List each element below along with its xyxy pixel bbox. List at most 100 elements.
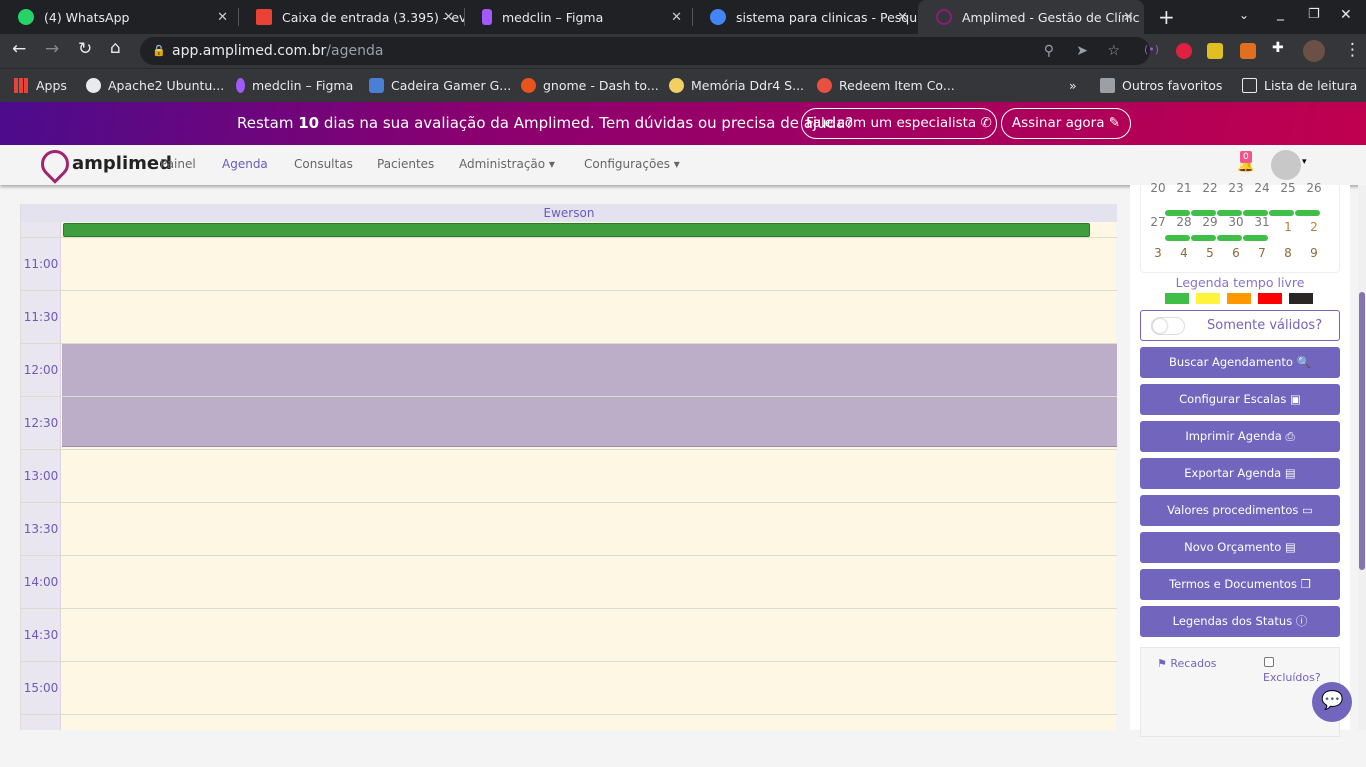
new-budget-button[interactable]: Novo Orçamento ▤ xyxy=(1140,532,1340,563)
time-slot-row[interactable]: 11:00 xyxy=(21,237,1117,290)
procedure-values-button[interactable]: Valores procedimentos ▭ xyxy=(1140,495,1340,526)
tab-google[interactable]: sistema para clinicas - Pesqu ✕ xyxy=(692,0,918,34)
specialist-button[interactable]: Fale com um especialista ✆ xyxy=(801,108,997,139)
caret-down-icon[interactable]: ▾ xyxy=(1302,157,1307,167)
close-icon[interactable]: ✕ xyxy=(1123,10,1134,25)
home-icon[interactable]: ⌂ xyxy=(110,38,121,58)
bookmark-apache[interactable]: Apache2 Ubuntu... xyxy=(86,78,224,93)
bookmark-gnome[interactable]: gnome - Dash to... xyxy=(521,78,659,93)
menu-icon[interactable]: ⋮ xyxy=(1344,40,1361,60)
configure-scales-button[interactable]: Configurar Escalas ▣ xyxy=(1140,384,1340,415)
close-window-button[interactable]: ✕ xyxy=(1340,7,1352,23)
chat-widget-button[interactable]: 💬 xyxy=(1312,682,1352,722)
calendar-day[interactable]: 9 xyxy=(1301,246,1327,260)
valid-only-toggle[interactable]: Somente válidos? xyxy=(1140,310,1340,341)
maximize-button[interactable]: ❐ xyxy=(1308,7,1320,22)
bookmark-redeem[interactable]: Redeem Item Co... xyxy=(817,78,955,93)
time-slot-row[interactable]: 11:30 xyxy=(21,290,1117,343)
export-agenda-button[interactable]: Exportar Agenda ▤ xyxy=(1140,458,1340,489)
back-icon[interactable]: ← xyxy=(12,39,26,59)
calendar-day[interactable]: 7 xyxy=(1249,246,1275,260)
calendar-day[interactable]: 26 xyxy=(1301,181,1327,195)
close-icon[interactable]: ✕ xyxy=(897,10,908,25)
calendar-day[interactable]: 22 xyxy=(1197,181,1223,195)
time-slot-row[interactable]: 12:00 xyxy=(21,343,1117,396)
terms-documents-button[interactable]: Termos e Documentos ❐ xyxy=(1140,569,1340,600)
calendar-day[interactable]: 23 xyxy=(1223,181,1249,195)
bookmark-cadeira[interactable]: Cadeira Gamer G... xyxy=(369,78,511,93)
print-agenda-button[interactable]: Imprimir Agenda ⎙ xyxy=(1140,421,1340,452)
user-avatar[interactable] xyxy=(1271,150,1301,180)
nav-configuracoes[interactable]: Configurações ▾ xyxy=(584,157,680,171)
zoom-icon[interactable]: ⚲ xyxy=(1044,37,1054,65)
calendar-day[interactable]: 2 xyxy=(1301,220,1327,234)
time-slot-row[interactable] xyxy=(21,714,1117,767)
legend-swatch xyxy=(1227,293,1251,304)
nav-consultas[interactable]: Consultas xyxy=(294,157,353,171)
legend-swatch xyxy=(1258,293,1282,304)
puzzle-icon[interactable]: ✚ xyxy=(1272,40,1288,56)
bookmark-apps[interactable]: Apps xyxy=(14,78,67,93)
excluded-checkbox[interactable] xyxy=(1264,657,1274,667)
bookmark-figma[interactable]: medclin – Figma xyxy=(236,78,353,93)
time-slot-row[interactable]: 14:30 xyxy=(21,608,1117,661)
tab-gmail[interactable]: Caixa de entrada (3.395) - ev ✕ xyxy=(238,0,464,34)
reading-list[interactable]: Lista de leitura xyxy=(1242,78,1357,93)
nav-pacientes[interactable]: Pacientes xyxy=(377,157,434,171)
scrollbar-thumb[interactable] xyxy=(1359,292,1365,570)
profile-avatar[interactable] xyxy=(1303,40,1325,62)
forward-icon[interactable]: → xyxy=(45,39,59,59)
reload-icon[interactable]: ↻ xyxy=(78,39,92,59)
other-favorites[interactable]: Outros favoritos xyxy=(1100,78,1222,93)
scrollbar[interactable] xyxy=(1358,185,1366,730)
url-input[interactable]: 🔒 app.amplimed.com.br/agenda ⚲ ➤ ☆ xyxy=(140,37,1150,65)
recados-link[interactable]: ⚑ Recados xyxy=(1157,657,1217,670)
close-icon[interactable]: ✕ xyxy=(443,10,454,25)
calendar-day[interactable]: 25 xyxy=(1275,181,1301,195)
send-icon[interactable]: ➤ xyxy=(1076,37,1088,65)
calendar-day[interactable]: 8 xyxy=(1275,246,1301,260)
search-appointment-button[interactable]: Buscar Agendamento 🔍 xyxy=(1140,347,1340,378)
metamask-icon[interactable] xyxy=(1240,43,1256,59)
calendar-day[interactable]: 4 xyxy=(1171,246,1197,260)
nav-painel[interactable]: Painel xyxy=(160,157,196,171)
calendar-day[interactable]: 27 xyxy=(1145,215,1171,229)
minimize-button[interactable]: _ xyxy=(1277,5,1284,21)
tab-figma[interactable]: medclin – Figma ✕ xyxy=(464,0,692,34)
cast-icon[interactable]: (•) xyxy=(1144,43,1160,59)
extension-icon[interactable] xyxy=(1207,43,1223,59)
time-slot-row[interactable]: 12:30 xyxy=(21,396,1117,449)
calendar-day[interactable]: 6 xyxy=(1223,246,1249,260)
tab-whatsapp[interactable]: (4) WhatsApp ✕ xyxy=(0,0,238,34)
calendar-day[interactable]: 3 xyxy=(1145,246,1171,260)
calendar-day[interactable]: 5 xyxy=(1197,246,1223,260)
time-slot-row[interactable]: 13:30 xyxy=(21,502,1117,555)
time-slot-row[interactable]: 14:00 xyxy=(21,555,1117,608)
tab-amplimed[interactable]: Amplimed - Gestão de Clínic ✕ xyxy=(918,0,1144,34)
calendar-day[interactable]: 24 xyxy=(1249,181,1275,195)
calendar-day[interactable]: 21 xyxy=(1171,181,1197,195)
calendar-day[interactable]: 30 xyxy=(1223,215,1249,229)
new-tab-button[interactable]: + xyxy=(1158,5,1175,29)
adblock-icon[interactable] xyxy=(1176,43,1192,59)
subscribe-button[interactable]: Assinar agora ✎ xyxy=(1001,108,1131,139)
time-slot-row[interactable]: 15:00 xyxy=(21,661,1117,714)
calendar-day[interactable]: 28 xyxy=(1171,215,1197,229)
availability-indicator xyxy=(1191,235,1216,241)
appointment-event[interactable] xyxy=(63,223,1090,237)
close-icon[interactable]: ✕ xyxy=(671,10,682,25)
nav-administracao[interactable]: Administração ▾ xyxy=(459,157,555,171)
calendar-day[interactable]: 29 xyxy=(1197,215,1223,229)
bookmark-memoria[interactable]: Memória Ddr4 S... xyxy=(669,78,804,93)
calendar-day[interactable]: 31 xyxy=(1249,215,1275,229)
status-legend-button[interactable]: Legendas dos Status ⓘ xyxy=(1140,606,1340,637)
calendar-day[interactable]: 20 xyxy=(1145,181,1171,195)
close-icon[interactable]: ✕ xyxy=(217,10,228,25)
tab-search-icon[interactable]: ⌄ xyxy=(1239,8,1249,22)
toggle-switch[interactable] xyxy=(1151,317,1185,335)
time-slot-row[interactable]: 13:00 xyxy=(21,449,1117,502)
nav-agenda[interactable]: Agenda xyxy=(222,157,268,171)
star-icon[interactable]: ☆ xyxy=(1107,37,1120,65)
more-bookmarks[interactable]: » xyxy=(1069,78,1077,93)
calendar-day[interactable]: 1 xyxy=(1275,220,1301,234)
